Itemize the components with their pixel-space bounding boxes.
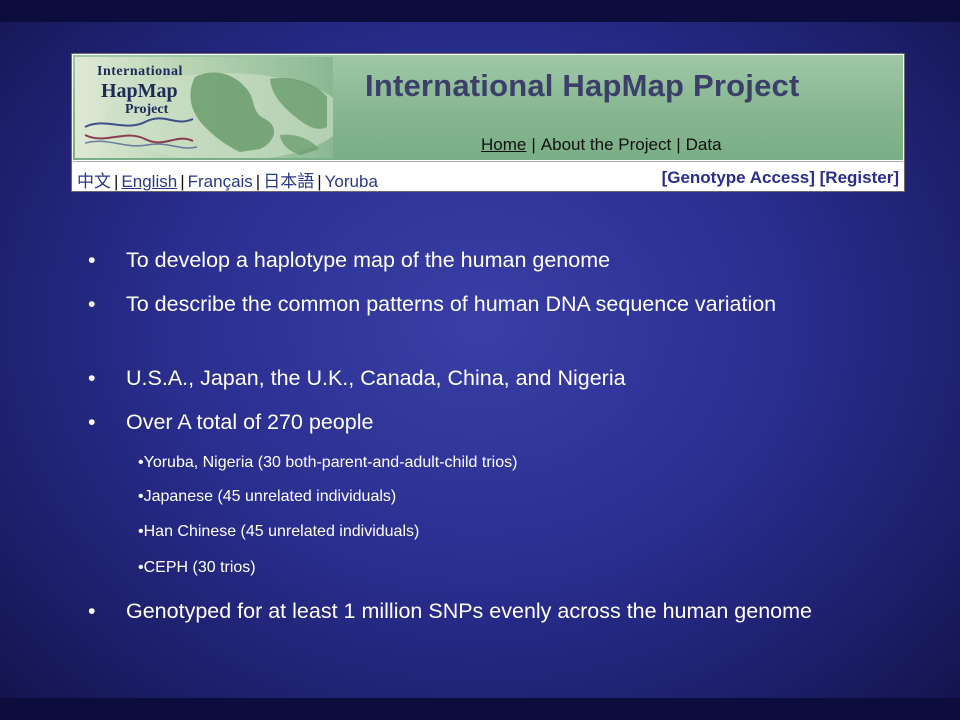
sub-bullet-item: •Yoruba, Nigeria (30 both-parent-and-adu… — [138, 453, 517, 473]
bullet-dot: • — [88, 248, 96, 272]
slide-bullets: • To develop a haplotype map of the human… — [0, 0, 960, 720]
sub-bullet-text: Han Chinese (45 unrelated individuals) — [143, 523, 420, 540]
bullet-dot: • — [88, 292, 96, 316]
sub-bullet-item: •Japanese (45 unrelated individuals) — [138, 487, 396, 507]
bullet-item: • Genotyped for at least 1 million SNPs e… — [88, 597, 888, 625]
bullet-text: To describe the common patterns of human… — [126, 292, 777, 316]
sub-bullet-item: •CEPH (30 trios) — [138, 558, 256, 578]
sub-bullet-text: CEPH (30 trios) — [143, 559, 256, 576]
sub-bullet-item: •Han Chinese (45 unrelated individuals) — [138, 522, 419, 542]
bullet-dot: • — [88, 366, 96, 390]
bullet-text: Over A total of 270 people — [126, 410, 374, 434]
bullet-item: • U.S.A., Japan, the U.K., Canada, China,… — [88, 364, 888, 392]
bullet-dot: • — [88, 410, 96, 434]
bullet-dot: • — [88, 599, 96, 623]
bullet-item: • To develop a haplotype map of the human… — [88, 246, 888, 274]
bullet-text: To develop a haplotype map of the human … — [126, 248, 611, 272]
bullet-text: Genotyped for at least 1 million SNPs ev… — [126, 599, 812, 623]
bullet-text: U.S.A., Japan, the U.K., Canada, China, … — [126, 366, 626, 390]
bullet-item: • To describe the common patterns of huma… — [88, 290, 888, 318]
bullet-item: • Over A total of 270 people — [88, 408, 888, 436]
sub-bullet-text: Japanese (45 unrelated individuals) — [143, 488, 397, 505]
sub-bullet-text: Yoruba, Nigeria (30 both-parent-and-adul… — [143, 454, 518, 471]
